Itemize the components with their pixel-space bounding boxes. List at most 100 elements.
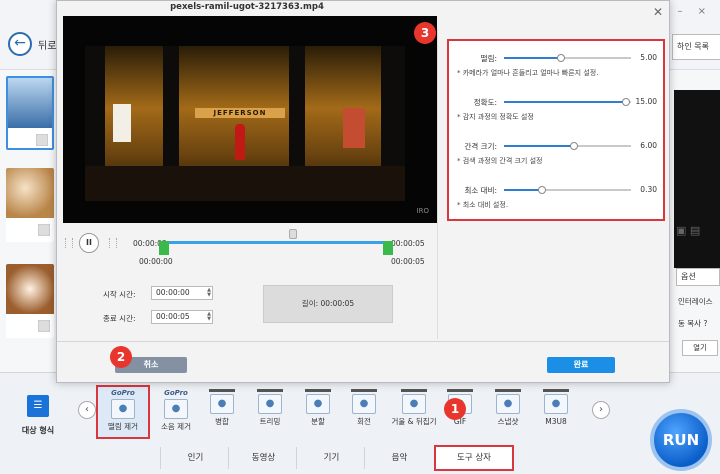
- tool-top-bar: [257, 389, 283, 392]
- end-time-input[interactable]: 00:00:05 ▲ ▼: [151, 310, 213, 324]
- panel-divider: [437, 29, 438, 339]
- setting-value: 0.30: [640, 185, 657, 194]
- done-button[interactable]: 완료: [547, 357, 615, 373]
- dialog-title: pexels-ramil-ugot-3217363.mp4: [170, 2, 324, 12]
- trim-start-handle[interactable]: [159, 241, 169, 255]
- tool-top-bar: [401, 389, 427, 392]
- end-time-label: 종료 시간:: [103, 314, 136, 323]
- tool-label: 트리밍: [259, 417, 281, 426]
- stabilize-dialog: pexels-ramil-ugot-3217363.mp4 ✕ JEFFERSO…: [56, 0, 670, 383]
- setting-value: 5.00: [640, 53, 657, 62]
- setting-slider[interactable]: [504, 54, 631, 62]
- tool-label: 소음 제거: [161, 422, 191, 431]
- slider-knob[interactable]: [569, 142, 578, 150]
- denoise-icon: ●: [164, 399, 188, 419]
- tab-1[interactable]: 동영상: [228, 447, 298, 469]
- back-label[interactable]: 뒤로: [38, 37, 56, 52]
- slider-knob[interactable]: [538, 186, 547, 194]
- callout-badge: 3: [414, 22, 436, 44]
- file-thumbnail-list: [0, 70, 56, 372]
- tab-4[interactable]: 도구 상자: [434, 445, 514, 471]
- snapshot-icon: ●: [496, 394, 520, 414]
- tool-merge[interactable]: ● 병합: [198, 387, 246, 435]
- tool-denoise[interactable]: GoPro ● 소음 제거: [152, 387, 200, 435]
- window-controls[interactable]: – ×: [677, 6, 712, 17]
- close-icon[interactable]: ✕: [653, 5, 663, 19]
- tab-3[interactable]: 음악: [364, 447, 434, 469]
- checkbox-icon[interactable]: [36, 134, 48, 146]
- tool-label: 병합: [215, 417, 229, 426]
- tool-label: 거울 & 뒤집기: [391, 417, 437, 426]
- format-icon: ☰: [27, 395, 49, 417]
- slider-knob[interactable]: [557, 54, 566, 62]
- video-preview: JEFFERSON IRO: [63, 16, 437, 223]
- tool-rotate[interactable]: ● 회전: [340, 387, 388, 435]
- tool-stabilize[interactable]: GoPro ● 떨림 제거: [96, 385, 150, 439]
- stabilize-icon: ●: [111, 399, 135, 419]
- callout-badge: 1: [444, 398, 466, 420]
- start-time-label: 시작 시간:: [103, 290, 136, 299]
- playhead-icon[interactable]: [289, 229, 297, 239]
- tool-split[interactable]: ● 분할: [294, 387, 342, 435]
- mirror-icon: ●: [402, 394, 426, 414]
- merge-icon: ●: [210, 394, 234, 414]
- tool-label: M3U8: [545, 417, 567, 426]
- setting-description: * 최소 대비 설정.: [457, 201, 509, 209]
- spinner-icon: ▲ ▼: [207, 311, 211, 322]
- tool-label: 스냅샷: [497, 417, 519, 426]
- tool-m3u8[interactable]: ● M3U8: [532, 387, 580, 435]
- trim-icon: ●: [258, 394, 282, 414]
- pause-icon[interactable]: II: [79, 233, 99, 253]
- tool-mirror[interactable]: ● 거울 & 뒤집기: [390, 387, 438, 435]
- setting-slider[interactable]: [504, 186, 631, 194]
- file-thumbnail[interactable]: [6, 168, 54, 242]
- file-thumbnail[interactable]: [6, 76, 54, 150]
- tool-snapshot[interactable]: ● 스냅샷: [484, 387, 532, 435]
- tool-label: 분할: [311, 417, 325, 426]
- tab-2[interactable]: 기기: [296, 447, 366, 469]
- callout-badge: 2: [110, 346, 132, 368]
- gopro-badge: GoPro: [164, 389, 188, 397]
- setting-value: 6.00: [640, 141, 657, 150]
- grip-icon: [65, 238, 73, 248]
- setting-description: * 감지 과정의 정확도 설정: [457, 113, 534, 121]
- setting-slider[interactable]: [504, 98, 631, 106]
- tool-top-bar: [543, 389, 569, 392]
- tool-trim[interactable]: ● 트리밍: [246, 387, 294, 435]
- slider-knob[interactable]: [621, 98, 630, 106]
- time-panel: 시작 시간: 00:00:00 ▲ ▼ 종료 시간: 00:00:05 ▲ ▼ 길이: …: [63, 271, 437, 335]
- checkbox-icon[interactable]: [38, 320, 50, 332]
- start-time-input[interactable]: 00:00:00 ▲ ▼: [151, 286, 213, 300]
- video-overlay-code: IRO: [416, 207, 429, 215]
- stabilize-settings-panel: 떨림: 5.00 * 카메라가 얼마나 흔들리고 얼마나 빠른지 설정. 정확도: 15…: [447, 39, 665, 221]
- output-list-button[interactable]: 하인 목록: [672, 34, 720, 60]
- setting-name: 간격 크기:: [464, 142, 497, 151]
- setting-name: 정확도:: [473, 98, 497, 107]
- start-mark: 00:00:00: [139, 257, 173, 266]
- dialog-footer: 취소 완료: [57, 341, 669, 383]
- setting-name: 최소 대비:: [464, 186, 497, 195]
- trim-end-handle[interactable]: [383, 241, 393, 255]
- tool-top-bar: [447, 389, 473, 392]
- scroll-right-icon[interactable]: ›: [592, 401, 610, 419]
- camera-folder-icons[interactable]: ▣ ▤: [676, 224, 700, 237]
- scroll-left-icon[interactable]: ‹: [78, 401, 96, 419]
- rotate-icon: ●: [352, 394, 376, 414]
- copy-label: 동 복사 ?: [678, 319, 708, 328]
- target-format-button[interactable]: ☰ 대상 형식: [18, 395, 58, 436]
- run-button[interactable]: RUN: [650, 409, 712, 471]
- trim-range-track[interactable]: [163, 241, 389, 244]
- split-icon: ●: [306, 394, 330, 414]
- tool-top-bar: [351, 389, 377, 392]
- setting-value: 15.00: [635, 97, 657, 106]
- tab-0[interactable]: 인기: [160, 447, 230, 469]
- back-arrow-icon[interactable]: ←: [8, 32, 32, 56]
- setting-slider[interactable]: [504, 142, 631, 150]
- spinner-icon: ▲ ▼: [207, 287, 211, 298]
- option-button[interactable]: 옵션: [676, 268, 720, 286]
- open-button[interactable]: 열기: [682, 340, 718, 356]
- checkbox-icon[interactable]: [38, 224, 50, 236]
- preview-strip: [674, 90, 720, 268]
- runner-figure: [235, 124, 245, 160]
- file-thumbnail[interactable]: [6, 264, 54, 338]
